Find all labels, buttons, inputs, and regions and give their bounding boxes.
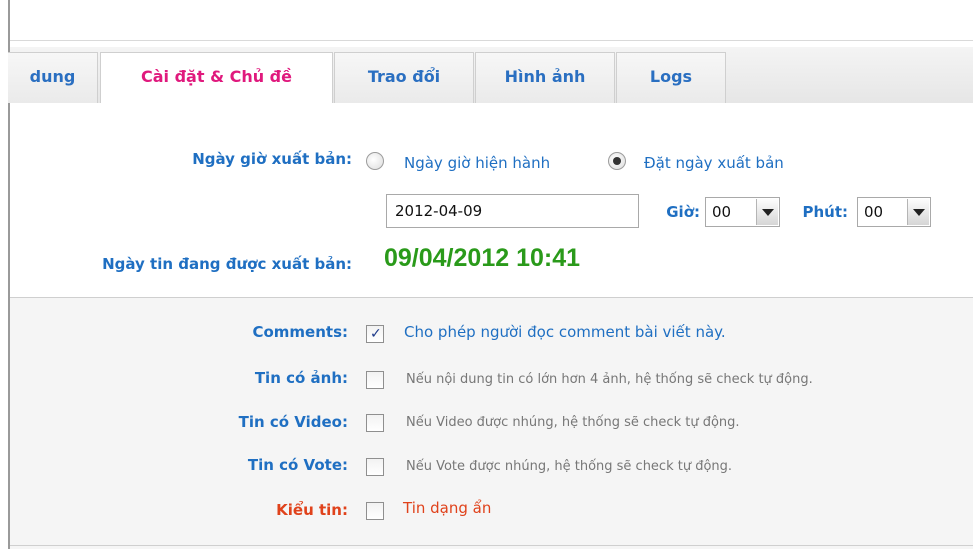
tab-label: dung [29, 67, 76, 86]
minute-value: 00 [864, 203, 884, 221]
publish-date-label: Ngày giờ xuất bản: [192, 150, 352, 168]
tab-label: Hình ảnh [504, 67, 586, 86]
radio-set-publish-date-label[interactable]: Đặt ngày xuất bản [644, 154, 784, 172]
comments-label: Comments: [252, 323, 348, 341]
published-date-value: 09/04/2012 10:41 [384, 244, 581, 272]
comments-description: Cho phép người đọc comment bài viết này. [404, 323, 726, 341]
news-type-description: Tin dạng ẩn [403, 499, 492, 517]
video-news-label: Tin có Video: [238, 413, 348, 431]
tab-logs[interactable]: Logs [616, 52, 726, 103]
section-divider [10, 297, 973, 298]
news-type-label: Kiểu tin: [276, 501, 348, 519]
image-news-description: Nếu nội dung tin có lớn hơn 4 ảnh, hệ th… [406, 372, 813, 387]
video-news-checkbox[interactable] [366, 414, 384, 432]
news-type-checkbox[interactable] [366, 502, 384, 520]
hour-value: 00 [712, 203, 732, 221]
vote-news-description: Nếu Vote được nhúng, hệ thống sẽ check t… [406, 459, 733, 474]
tab-label: Trao đổi [367, 67, 441, 86]
radio-current-datetime-label[interactable]: Ngày giờ hiện hành [404, 154, 550, 172]
minute-select[interactable]: 00 [857, 197, 931, 227]
check-icon: ✓ [370, 326, 382, 342]
tab-hinh-anh[interactable]: Hình ảnh [475, 52, 615, 103]
publish-date-input[interactable] [386, 194, 639, 228]
tab-trao-doi[interactable]: Trao đổi [334, 52, 474, 103]
bottom-divider [10, 545, 973, 546]
vote-news-checkbox[interactable] [366, 458, 384, 476]
tab-label: Cài đặt & Chủ đề [141, 67, 292, 86]
top-divider [10, 40, 973, 41]
tab-label: Logs [649, 67, 693, 86]
hour-label: Giờ: [666, 203, 700, 221]
tab-cai-dat-chu-de[interactable]: Cài đặt & Chủ đề [100, 52, 333, 105]
chevron-down-icon[interactable] [907, 199, 929, 225]
comments-checkbox[interactable]: ✓ [366, 325, 384, 343]
radio-selected-dot [613, 157, 621, 165]
image-news-checkbox[interactable] [366, 371, 384, 389]
tab-noi-dung[interactable]: dung [8, 52, 98, 103]
video-news-description: Nếu Video được nhúng, hệ thống sẽ check … [406, 415, 740, 430]
hour-select[interactable]: 00 [705, 197, 780, 227]
tab-bar: dung Cài đặt & Chủ đề Trao đổi Hình ảnh … [8, 47, 973, 105]
image-news-label: Tin có ảnh: [254, 369, 348, 387]
chevron-down-icon[interactable] [756, 199, 778, 225]
radio-set-publish-date[interactable] [608, 152, 626, 170]
radio-current-datetime[interactable] [366, 152, 384, 170]
vote-news-label: Tin có Vote: [247, 456, 348, 474]
published-date-label: Ngày tin đang được xuất bản: [102, 255, 352, 273]
minute-label: Phút: [802, 203, 848, 221]
